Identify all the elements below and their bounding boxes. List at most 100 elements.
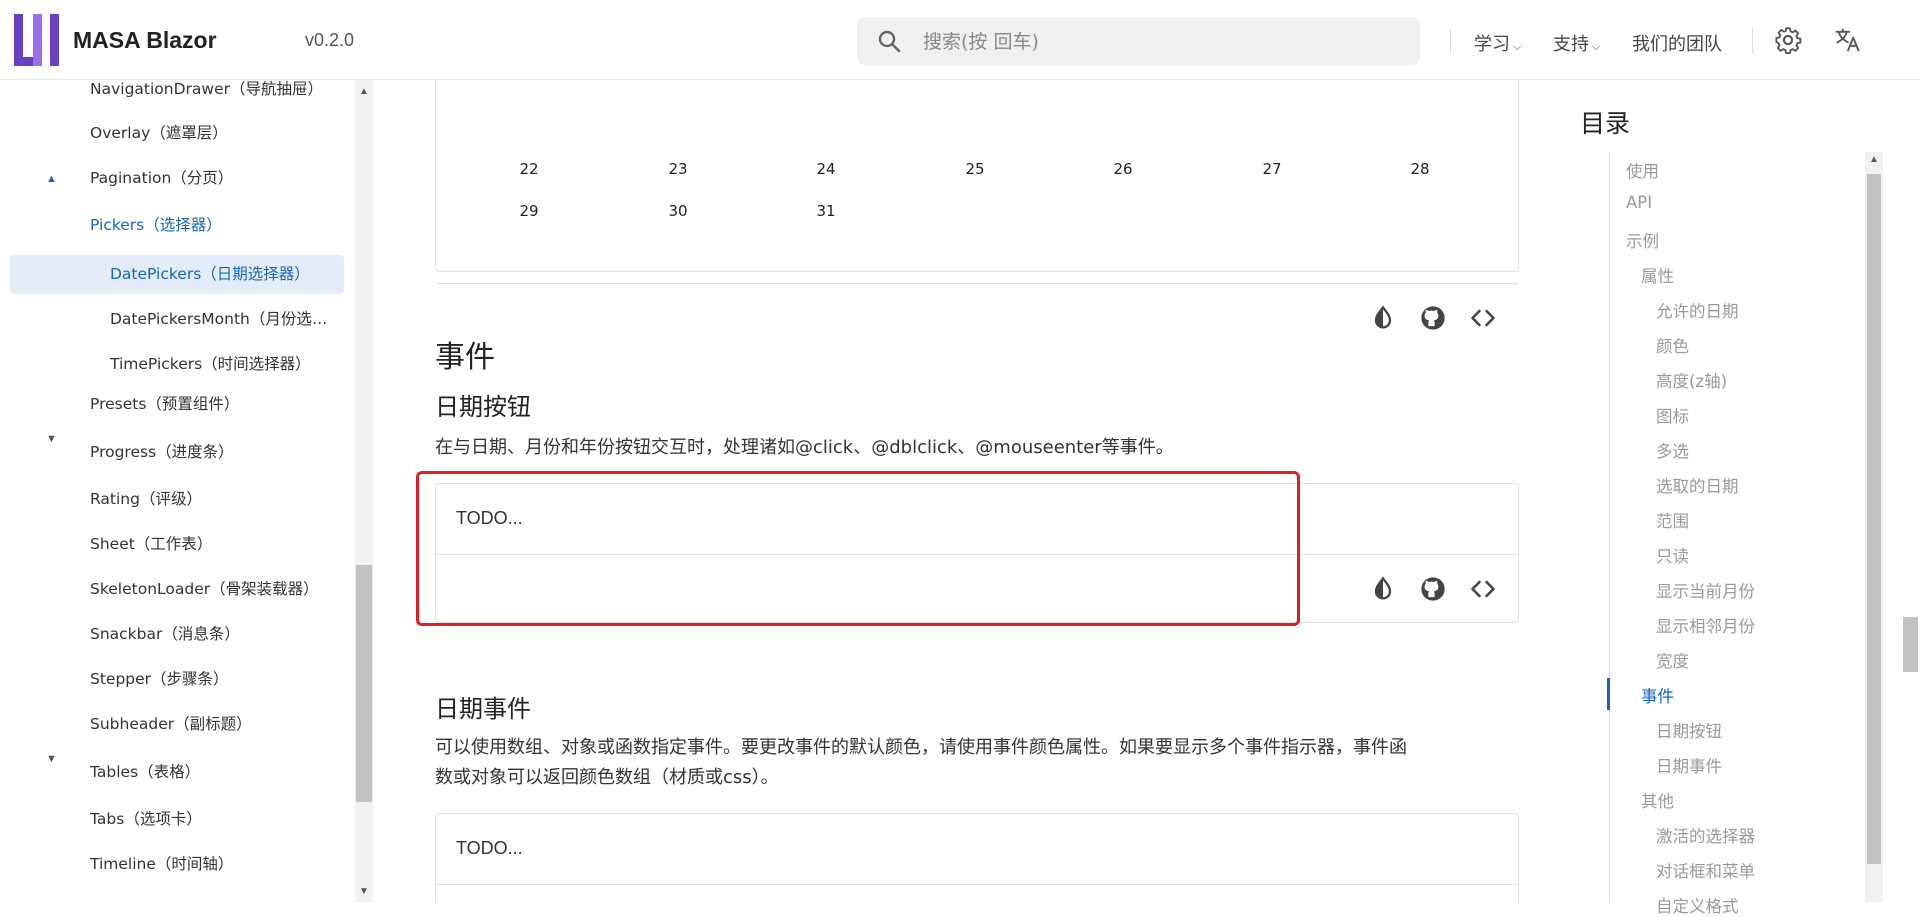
chevron-up-icon[interactable]: ▲ (46, 173, 62, 185)
toc-item-elevation[interactable]: 高度(z轴) (1656, 368, 1727, 392)
sidebar-item-datepickers[interactable]: DatePickers（日期选择器） (110, 256, 310, 292)
toc-item-icons[interactable]: 图标 (1656, 403, 1689, 427)
sidebar-item-snackbar[interactable]: Snackbar（消息条） (90, 616, 240, 652)
gear-icon[interactable] (1774, 26, 1802, 54)
date-events-example-card: TODO... (435, 813, 1519, 902)
chevron-down-icon[interactable]: ▼ (46, 433, 62, 445)
toc-item-date-buttons[interactable]: 日期按钮 (1656, 718, 1722, 742)
nav-learn-label: 学习 (1474, 34, 1510, 55)
toc-item-multiple[interactable]: 多选 (1656, 438, 1689, 462)
header-divider (1450, 28, 1451, 54)
brand-name[interactable]: MASA Blazor (73, 27, 217, 54)
card-divider (436, 884, 1518, 885)
toc-item-show-adjacent-months[interactable]: 显示相邻月份 (1656, 613, 1755, 637)
toc-item-show-current[interactable]: 显示当前月份 (1656, 578, 1755, 602)
version-label: v0.2.0 (305, 30, 355, 50)
calendar-day[interactable]: 28 (1405, 160, 1435, 178)
page-scrollbar[interactable] (1901, 80, 1920, 902)
toc-item-props[interactable]: 属性 (1641, 263, 1674, 287)
theme-invert-icon[interactable] (1369, 575, 1397, 603)
toc-item-misc[interactable]: 其他 (1641, 788, 1674, 812)
toc-item-picker-date[interactable]: 选取的日期 (1656, 473, 1739, 497)
toc-rail (1609, 152, 1610, 902)
app-header: MASA Blazor v0.2.0 学习⌵ 支持⌵ 我们的团队 (0, 0, 1920, 80)
calendar-day[interactable]: 26 (1108, 160, 1138, 178)
theme-invert-icon[interactable] (1369, 304, 1397, 332)
sidebar-item-overlay[interactable]: Overlay（遮罩层） (90, 115, 228, 151)
calendar-day[interactable]: 22 (514, 160, 544, 178)
scroll-up-arrow-icon[interactable]: ▲ (359, 86, 369, 97)
sidebar-item-tables[interactable]: Tables（表格） (90, 754, 200, 790)
sidebar-item-pickers[interactable]: Pickers（选择器） (90, 207, 222, 243)
sidebar-item-progress[interactable]: Progress（进度条） (90, 434, 234, 470)
code-icon[interactable] (1469, 575, 1497, 603)
calendar-example-card: 22 23 24 25 26 27 28 29 30 31 (435, 80, 1519, 330)
calendar-day[interactable]: 27 (1257, 160, 1287, 178)
date-events-description-line1: 可以使用数组、对象或函数指定事件。要更改事件的默认颜色，请使用事件颜色属性。如果… (435, 737, 1407, 758)
scroll-up-arrow-icon[interactable]: ▲ (1869, 154, 1879, 165)
code-icon[interactable] (1469, 304, 1497, 332)
github-icon[interactable] (1419, 304, 1447, 332)
sidebar-item-stepper[interactable]: Stepper（步骤条） (90, 661, 229, 697)
toc-item-allowed-dates[interactable]: 允许的日期 (1656, 298, 1739, 322)
toc-item-width[interactable]: 宽度 (1656, 648, 1689, 672)
sidebar-item-subheader[interactable]: Subheader（副标题） (90, 706, 252, 742)
sidebar-item-skeletonloader[interactable]: SkeletonLoader（骨架装载器） (90, 571, 319, 607)
scroll-down-arrow-icon[interactable]: ▼ (359, 886, 369, 897)
nav-support[interactable]: 支持 ⌵ (1553, 30, 1600, 56)
toc-item-usage[interactable]: 使用 (1626, 158, 1659, 182)
sidebar-scrollbar[interactable]: ▲ ▼ (355, 80, 373, 902)
toc-item-events[interactable]: 事件 (1641, 683, 1674, 707)
sidebar-item-tabs[interactable]: Tabs（选项卡） (90, 801, 202, 837)
date-events-description-line2: 数或对象可以返回颜色数组（材质或css）。 (435, 767, 779, 788)
toc-item-colors[interactable]: 颜色 (1656, 333, 1689, 357)
subsection-title-date-events: 日期事件 (435, 695, 531, 723)
page-scroll-thumb[interactable] (1903, 617, 1918, 672)
sidebar-item-rating[interactable]: Rating（评级） (90, 481, 202, 517)
calendar-day[interactable]: 25 (960, 160, 990, 178)
nav-support-label: 支持 (1553, 34, 1589, 55)
chevron-down-icon: ⌵ (1592, 40, 1601, 53)
toc-title: 目录 (1580, 109, 1631, 138)
section-title-events: 事件 (435, 340, 495, 375)
calendar-day[interactable]: 23 (663, 160, 693, 178)
toc-active-indicator (1607, 678, 1610, 710)
sidebar-item-timepickers[interactable]: TimePickers（时间选择器） (110, 346, 311, 382)
calendar-day[interactable]: 31 (811, 202, 841, 220)
chevron-down-icon[interactable]: ▼ (46, 753, 62, 765)
calendar-day[interactable]: 24 (811, 160, 841, 178)
nav-team[interactable]: 我们的团队 (1632, 30, 1722, 56)
sidebar-item-datepickersmonth[interactable]: DatePickersMonth（月份选… (110, 301, 327, 337)
toc-item-examples[interactable]: 示例 (1626, 228, 1659, 252)
subsection-title-date-buttons: 日期按钮 (435, 393, 531, 421)
calendar-day[interactable]: 29 (514, 202, 544, 220)
search-box[interactable] (857, 17, 1420, 67)
toc-item-formatting[interactable]: 自定义格式 (1656, 893, 1739, 917)
toc-item-dialog-and-menu[interactable]: 对话框和菜单 (1656, 858, 1755, 882)
calendar-day[interactable]: 30 (663, 202, 693, 220)
sidebar-item-navigationdrawer[interactable]: NavigationDrawer（导航抽屉） (90, 80, 323, 107)
sidebar-item-timeline[interactable]: Timeline（时间轴） (90, 846, 233, 882)
sidebar-nav: NavigationDrawer（导航抽屉） Overlay（遮罩层） Pagi… (0, 80, 355, 902)
toc-item-api[interactable]: API (1626, 193, 1652, 212)
toc-scroll-thumb[interactable] (1867, 174, 1881, 864)
search-input[interactable] (921, 17, 1405, 67)
github-icon[interactable] (1419, 575, 1447, 603)
sidebar-item-sheet[interactable]: Sheet（工作表） (90, 526, 212, 562)
toc-item-readonly[interactable]: 只读 (1656, 543, 1689, 567)
chevron-down-icon: ⌵ (1513, 40, 1522, 53)
example-placeholder-text: TODO... (456, 838, 523, 858)
toc-scrollbar[interactable]: ▲ (1865, 152, 1883, 902)
sidebar-item-pagination[interactable]: Pagination（分页） (90, 160, 233, 196)
translate-icon[interactable] (1834, 26, 1862, 54)
sidebar-scroll-thumb[interactable] (356, 565, 372, 802)
search-icon (878, 30, 901, 53)
sidebar-item-presets[interactable]: Presets（预置组件） (90, 386, 239, 422)
toc-item-date-events[interactable]: 日期事件 (1656, 753, 1722, 777)
nav-learn[interactable]: 学习 ⌵ (1474, 30, 1521, 56)
header-divider (1752, 28, 1753, 54)
logo-icon[interactable] (14, 14, 66, 66)
toc-item-active-picker[interactable]: 激活的选择器 (1656, 823, 1755, 847)
toc-item-range[interactable]: 范围 (1656, 508, 1689, 532)
highlight-box (416, 471, 1300, 626)
